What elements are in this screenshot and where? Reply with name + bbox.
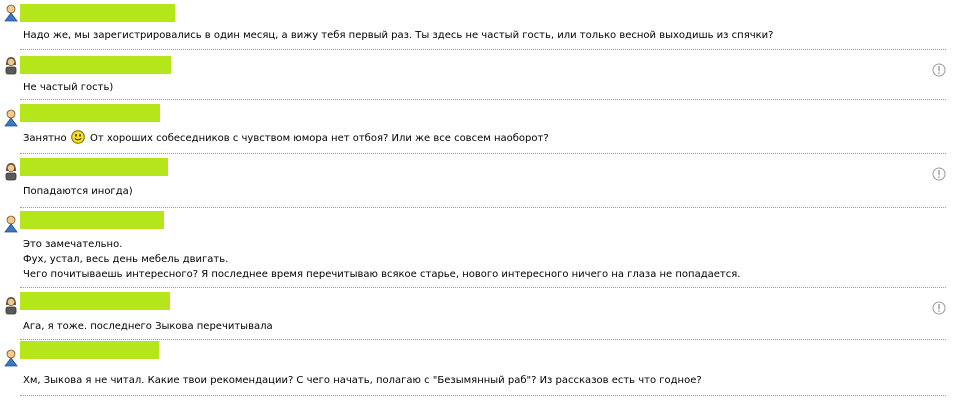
message-line: Это замечательно. xyxy=(23,239,123,250)
female-user-icon[interactable] xyxy=(4,297,18,315)
male-user-icon[interactable] xyxy=(4,215,18,233)
message-line: Чего почитываешь интересного? Я последне… xyxy=(23,269,741,280)
message-line: Фух, устал, весь день мебель двигать. xyxy=(23,254,229,265)
female-user-icon[interactable] xyxy=(4,57,18,75)
message-line: Попадаются иногда) xyxy=(23,186,133,197)
sender-name-redacted[interactable] xyxy=(20,292,170,310)
male-user-icon[interactable] xyxy=(4,109,18,127)
message-separator xyxy=(20,153,946,154)
sender-name-redacted[interactable] xyxy=(20,341,159,359)
smile-emoticon-icon xyxy=(71,130,85,144)
sender-name-redacted[interactable] xyxy=(20,158,168,176)
exclamation-circle-icon[interactable] xyxy=(932,301,946,315)
sender-name-redacted[interactable] xyxy=(20,4,175,22)
message-separator xyxy=(20,99,946,100)
message-separator xyxy=(20,207,946,208)
exclamation-circle-icon[interactable] xyxy=(932,63,946,77)
message-text: Ага, я тоже. последнего Зыкова перечитыв… xyxy=(23,319,273,334)
message-line: Хм, Зыкова я не читал. Какие твои рекоме… xyxy=(23,375,702,386)
male-user-icon[interactable] xyxy=(4,349,18,367)
message-line: Занятно xyxy=(23,133,67,144)
sender-name-redacted[interactable] xyxy=(20,56,171,74)
female-user-icon[interactable] xyxy=(4,163,18,181)
sender-name-redacted[interactable] xyxy=(20,104,160,122)
message-line: Ага, я тоже. последнего Зыкова перечитыв… xyxy=(23,321,273,332)
message-separator xyxy=(20,395,946,396)
message-text: Хм, Зыкова я не читал. Какие твои рекоме… xyxy=(23,373,702,388)
message-line: Надо же, мы зарегистрировались в один ме… xyxy=(23,30,774,41)
message-text: Это замечательно. Фух, устал, весь день … xyxy=(23,237,740,282)
message-line: Не частый гость) xyxy=(23,82,114,93)
message-line: От хороших собеседников с чувством юмора… xyxy=(89,133,549,144)
message-separator xyxy=(20,49,946,50)
message-text: Надо же, мы зарегистрировались в один ме… xyxy=(23,28,773,43)
message-text: Занятно От хороших собеседников с чувств… xyxy=(23,130,549,146)
message-separator xyxy=(20,339,946,340)
message-text: Не частый гость) xyxy=(23,80,113,95)
message-separator xyxy=(20,287,946,288)
male-user-icon[interactable] xyxy=(4,4,18,22)
message-text: Попадаются иногда) xyxy=(23,184,133,199)
sender-name-redacted[interactable] xyxy=(20,211,164,229)
exclamation-circle-icon[interactable] xyxy=(932,167,946,181)
